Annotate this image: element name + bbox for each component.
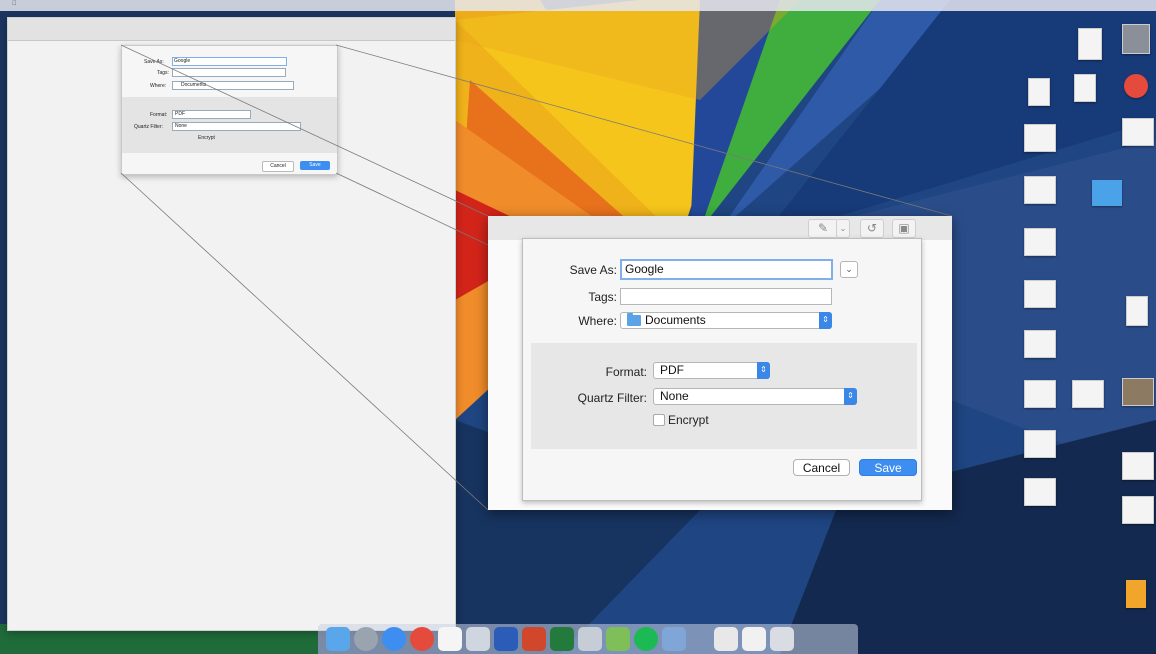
save-button[interactable]: Save bbox=[859, 459, 917, 476]
apple-menu-icon[interactable]:  bbox=[12, 1, 17, 7]
desktop-file-icon-1[interactable] bbox=[1028, 78, 1050, 106]
documents-icon[interactable] bbox=[742, 627, 766, 651]
desktop-photo-icon[interactable] bbox=[1122, 378, 1154, 406]
mini-quartz-popup: None bbox=[172, 122, 301, 131]
quartz-filter-popup[interactable]: None ⇕ bbox=[653, 388, 857, 405]
desktop-file-icon-2[interactable] bbox=[1074, 74, 1096, 102]
mini-tags-label: Tags: bbox=[157, 70, 169, 76]
save-as-input[interactable]: Google bbox=[620, 259, 833, 280]
chrome-icon[interactable] bbox=[410, 627, 434, 651]
mini-save-as-field: Google bbox=[172, 57, 287, 66]
mini-save-button: Save bbox=[300, 161, 330, 170]
safari-icon[interactable] bbox=[382, 627, 406, 651]
tags-label: Tags: bbox=[588, 290, 617, 304]
mini-encrypt-label: Encrypt bbox=[198, 135, 215, 141]
mini-format-label: Format: bbox=[150, 112, 168, 118]
mini-where-popup: Documents bbox=[172, 81, 294, 90]
spotify-icon[interactable] bbox=[634, 627, 658, 651]
chevron-down-icon[interactable]: ⌄ bbox=[836, 219, 850, 238]
desktop-screenshot-icon-3[interactable] bbox=[1024, 176, 1056, 204]
chevron-down-icon: ⌄ bbox=[845, 264, 853, 274]
word-icon[interactable] bbox=[494, 627, 518, 651]
browser-titlebar bbox=[8, 18, 455, 41]
menu-bar:  bbox=[0, 0, 1156, 11]
save-as-label: Save As: bbox=[569, 263, 617, 277]
zoomed-window: ✎ ⌄ ↺ ▣ Save As: Google ⌄ Tags: Where: D… bbox=[488, 216, 952, 510]
pen-icon[interactable]: ✎ bbox=[808, 219, 838, 238]
preview-icon[interactable] bbox=[578, 627, 602, 651]
briefcase-icon[interactable]: ▣ bbox=[892, 219, 916, 238]
mini-tags-field bbox=[172, 68, 286, 77]
where-popup[interactable]: Documents ⇕ bbox=[620, 312, 832, 329]
screen:  Save As: Google Tags: Where: Documents… bbox=[0, 0, 1156, 654]
desktop-screenshot-icon-2[interactable] bbox=[1024, 124, 1056, 152]
folder-icon[interactable] bbox=[1092, 180, 1122, 206]
excel-icon[interactable] bbox=[550, 627, 574, 651]
mini-format-popup: PDF bbox=[172, 110, 251, 119]
finder-icon[interactable] bbox=[326, 627, 350, 651]
desktop-screenshot-icon-10[interactable] bbox=[1122, 452, 1154, 480]
photos-icon[interactable] bbox=[466, 627, 490, 651]
mini-cancel-button: Cancel bbox=[262, 161, 294, 172]
where-value: Documents bbox=[645, 313, 706, 327]
save-dialog: Save As: Google ⌄ Tags: Where: Documents… bbox=[522, 238, 922, 501]
folder-icon bbox=[627, 313, 641, 327]
desktop-screenshot-icon-11[interactable] bbox=[1024, 478, 1056, 506]
messages-icon[interactable] bbox=[606, 627, 630, 651]
options-panel: Format: PDF ⇕ Quartz Filter: None ⇕ Encr… bbox=[531, 343, 917, 449]
mail-icon[interactable] bbox=[662, 627, 686, 651]
encrypt-checkbox[interactable] bbox=[653, 414, 665, 426]
desktop-screenshot-icon-1[interactable] bbox=[1122, 118, 1154, 146]
powerpoint-icon[interactable] bbox=[522, 627, 546, 651]
desktop-screenshot-icon-8[interactable] bbox=[1072, 380, 1104, 408]
where-label: Where: bbox=[578, 314, 617, 328]
quartz-filter-value: None bbox=[660, 389, 689, 403]
format-stepper-icon: ⇕ bbox=[757, 362, 770, 379]
desktop-screenshot-icon-7[interactable] bbox=[1024, 380, 1056, 408]
quartz-filter-label: Quartz Filter: bbox=[577, 391, 647, 405]
desktop-screenshot-icon-12[interactable] bbox=[1122, 496, 1154, 524]
desktop-file-icon-3[interactable] bbox=[1126, 296, 1148, 326]
format-popup[interactable]: PDF ⇕ bbox=[653, 362, 770, 379]
trash-icon[interactable] bbox=[770, 627, 794, 651]
format-label: Format: bbox=[605, 365, 647, 379]
desktop-screenshot-icon-6[interactable] bbox=[1024, 330, 1056, 358]
chrome-desktop-icon[interactable] bbox=[1124, 74, 1148, 98]
rotate-icon[interactable]: ↺ bbox=[860, 219, 884, 238]
encrypt-label: Encrypt bbox=[668, 413, 709, 427]
mini-where-label: Where: bbox=[150, 83, 167, 89]
calendar-icon[interactable] bbox=[438, 627, 462, 651]
where-stepper-icon: ⇕ bbox=[819, 312, 832, 329]
cancel-button[interactable]: Cancel bbox=[793, 459, 850, 476]
desktop-screenshot-icon-5[interactable] bbox=[1024, 280, 1056, 308]
expand-dialog-button[interactable]: ⌄ bbox=[840, 261, 858, 278]
mini-quartz-label: Quartz Filter: bbox=[134, 124, 163, 130]
save-dialog-thumbnail: Save As: Google Tags: Where: Documents F… bbox=[121, 45, 338, 175]
tags-input[interactable] bbox=[620, 288, 832, 305]
mini-save-as-label: Save As: bbox=[144, 59, 164, 65]
desktop-screenshot-icon-4[interactable] bbox=[1024, 228, 1056, 256]
desktop-screenshot-icon-9[interactable] bbox=[1024, 430, 1056, 458]
window-toolbar: ✎ ⌄ ↺ ▣ bbox=[488, 216, 952, 240]
desktop-document-icon[interactable] bbox=[1078, 28, 1102, 60]
app-icon[interactable] bbox=[714, 627, 738, 651]
quartz-filter-stepper-icon: ⇕ bbox=[844, 388, 857, 405]
format-value: PDF bbox=[660, 363, 684, 377]
dock bbox=[318, 624, 858, 654]
desktop-archive-icon[interactable] bbox=[1126, 580, 1146, 608]
desktop-drive-icon[interactable] bbox=[1122, 24, 1150, 54]
launchpad-icon[interactable] bbox=[354, 627, 378, 651]
